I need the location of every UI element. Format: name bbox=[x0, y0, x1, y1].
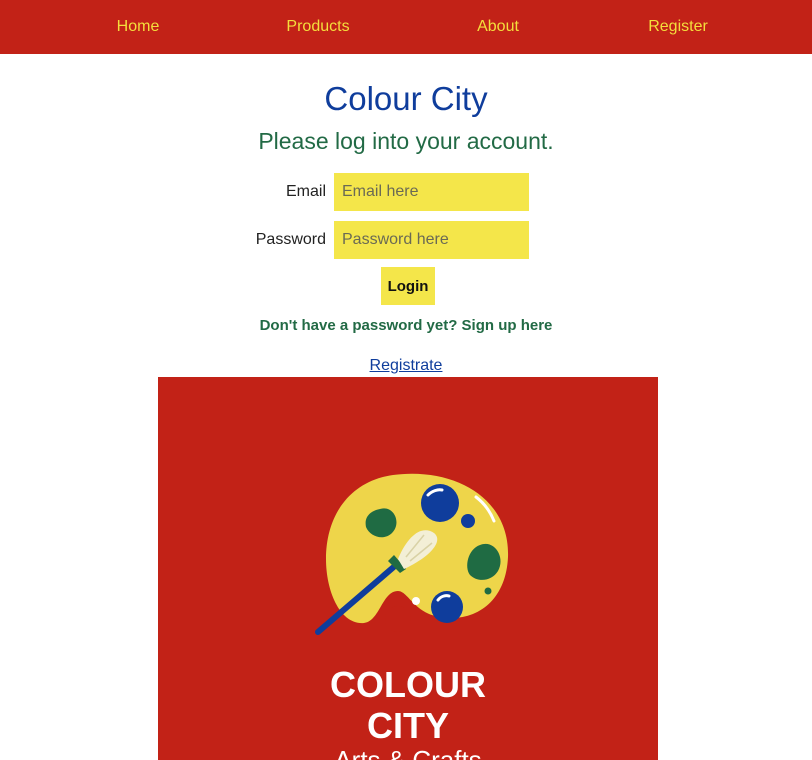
signup-hint: Don't have a password yet? Sign up here bbox=[259, 317, 553, 334]
email-input[interactable] bbox=[334, 173, 529, 211]
password-input[interactable] bbox=[334, 221, 529, 259]
login-button[interactable]: Login bbox=[381, 267, 435, 305]
top-navbar: Home Products About Register bbox=[0, 0, 812, 54]
page-title: Colour City bbox=[324, 80, 488, 117]
email-label: Email bbox=[285, 183, 326, 200]
logo-line1: COLOUR bbox=[330, 664, 486, 705]
logo-banner: COLOUR CITY Arts & Crafts bbox=[158, 377, 658, 760]
logo-tagline: Arts & Crafts bbox=[334, 745, 481, 760]
logo-image: COLOUR CITY Arts & Crafts bbox=[315, 473, 509, 760]
password-label: Password bbox=[255, 231, 326, 248]
palette-icon bbox=[315, 473, 509, 635]
register-link[interactable]: Registrate bbox=[0, 357, 812, 375]
nav-about-link[interactable]: About bbox=[477, 18, 519, 36]
logo-line2: CITY bbox=[367, 705, 449, 746]
page-subtitle: Please log into your account. bbox=[258, 128, 554, 154]
nav-register-link[interactable]: Register bbox=[648, 18, 708, 36]
nav-home-link[interactable]: Home bbox=[117, 18, 160, 36]
nav-products-link[interactable]: Products bbox=[286, 18, 349, 36]
